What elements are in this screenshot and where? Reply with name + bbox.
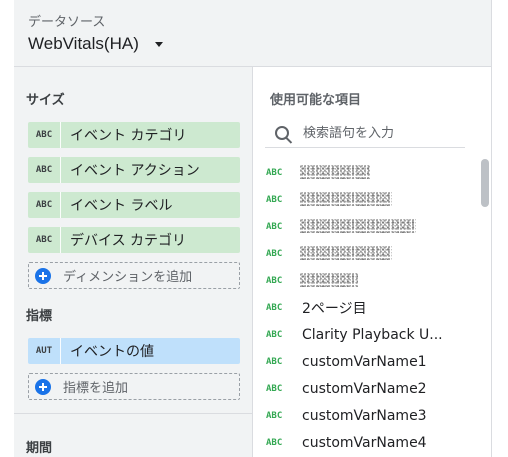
field-item[interactable]: ABC — [253, 159, 479, 186]
plus-circle-icon — [35, 378, 51, 395]
field-search[interactable] — [265, 119, 465, 148]
period-title: 期間 — [26, 441, 53, 456]
dimension-chip[interactable]: ABC イベント カテゴリ — [28, 122, 240, 148]
redacted-field-name — [300, 219, 416, 233]
plus-circle-icon — [35, 267, 51, 284]
datasource-label: データソース — [28, 15, 106, 30]
text-type-icon: ABC — [266, 194, 283, 205]
redacted-field-name — [300, 192, 392, 206]
text-type-icon: ABC — [266, 329, 283, 340]
text-type-icon: ABC — [28, 192, 61, 218]
metrics-title: 指標 — [26, 309, 53, 324]
text-type-icon: ABC — [266, 275, 283, 286]
metric-label: イベントの値 — [70, 344, 154, 360]
text-type-icon: ABC — [266, 302, 283, 313]
field-item[interactable]: ABC — [253, 267, 479, 294]
field-name: Clarity Playback U... — [302, 326, 443, 343]
dimension-chip[interactable]: ABC イベント アクション — [28, 157, 240, 183]
text-type-icon: ABC — [28, 157, 61, 183]
search-icon — [275, 126, 289, 140]
datasource-selector[interactable]: WebVitals(HA) — [28, 34, 139, 54]
field-name: customVarName4 — [302, 434, 427, 451]
setup-column: サイズ ABC イベント カテゴリ ABC イベント アクション ABC イベン… — [14, 67, 253, 457]
dimension-label: イベント カテゴリ — [70, 128, 187, 144]
dimension-chip[interactable]: ABC イベント ラベル — [28, 192, 240, 218]
field-item[interactable]: ABC — [253, 213, 479, 240]
chevron-down-icon[interactable] — [155, 42, 163, 47]
dimension-chip[interactable]: ABC デバイス カテゴリ — [28, 227, 240, 253]
field-item[interactable]: ABC Clarity Playback U... — [253, 321, 479, 348]
add-dimension-label: ディメンションを追加 — [63, 270, 193, 285]
panel-margin — [0, 0, 14, 457]
add-dimension-button[interactable]: ディメンションを追加 — [28, 262, 240, 289]
text-type-icon: ABC — [266, 383, 283, 394]
available-fields-title: 使用可能な項目 — [270, 93, 362, 108]
field-item[interactable]: ABC customVarName2 — [253, 375, 479, 402]
field-name: customVarName2 — [302, 380, 427, 397]
datasource-section: データソース WebVitals(HA) — [14, 0, 491, 67]
add-metric-button[interactable]: 指標を追加 — [28, 373, 240, 400]
text-type-icon: ABC — [266, 248, 283, 259]
redacted-field-name — [300, 273, 358, 287]
field-name: 2ページ目 — [302, 300, 367, 317]
add-metric-label: 指標を追加 — [63, 381, 129, 396]
field-name: customVarName1 — [302, 353, 427, 370]
metric-chip[interactable]: AUT イベントの値 — [28, 338, 240, 364]
panel-border — [491, 0, 492, 457]
text-type-icon: ABC — [266, 356, 283, 367]
text-type-icon: ABC — [266, 437, 283, 448]
text-type-icon: ABC — [28, 122, 61, 148]
field-list-scrollbar[interactable] — [481, 159, 489, 207]
redacted-field-name — [300, 165, 370, 179]
redacted-field-name — [300, 246, 392, 260]
data-panel: データソース WebVitals(HA) サイズ ABC イベント カテゴリ A… — [0, 0, 508, 457]
field-item[interactable]: ABC customVarName1 — [253, 348, 479, 375]
field-item[interactable]: ABC customVarName4 — [253, 429, 479, 456]
field-item[interactable]: ABC — [253, 186, 479, 213]
available-fields-column: 使用可能な項目 ABC ABC ABC ABC ABC — [253, 67, 491, 457]
text-type-icon: ABC — [266, 410, 283, 421]
text-type-icon: ABC — [266, 167, 283, 178]
text-type-icon: ABC — [28, 227, 61, 253]
field-item[interactable]: ABC customVarName3 — [253, 402, 479, 429]
dimension-label: デバイス カテゴリ — [70, 233, 187, 249]
search-input[interactable] — [303, 122, 463, 144]
field-item[interactable]: ABC 2ページ目 — [253, 294, 479, 321]
section-divider — [14, 413, 252, 414]
field-item[interactable]: ABC — [253, 240, 479, 267]
auto-type-icon: AUT — [28, 338, 61, 364]
dimension-label: イベント ラベル — [70, 198, 173, 214]
dimension-label: イベント アクション — [70, 163, 200, 179]
text-type-icon: ABC — [266, 221, 283, 232]
field-name: customVarName3 — [302, 407, 427, 424]
dimensions-title: サイズ — [26, 93, 65, 108]
